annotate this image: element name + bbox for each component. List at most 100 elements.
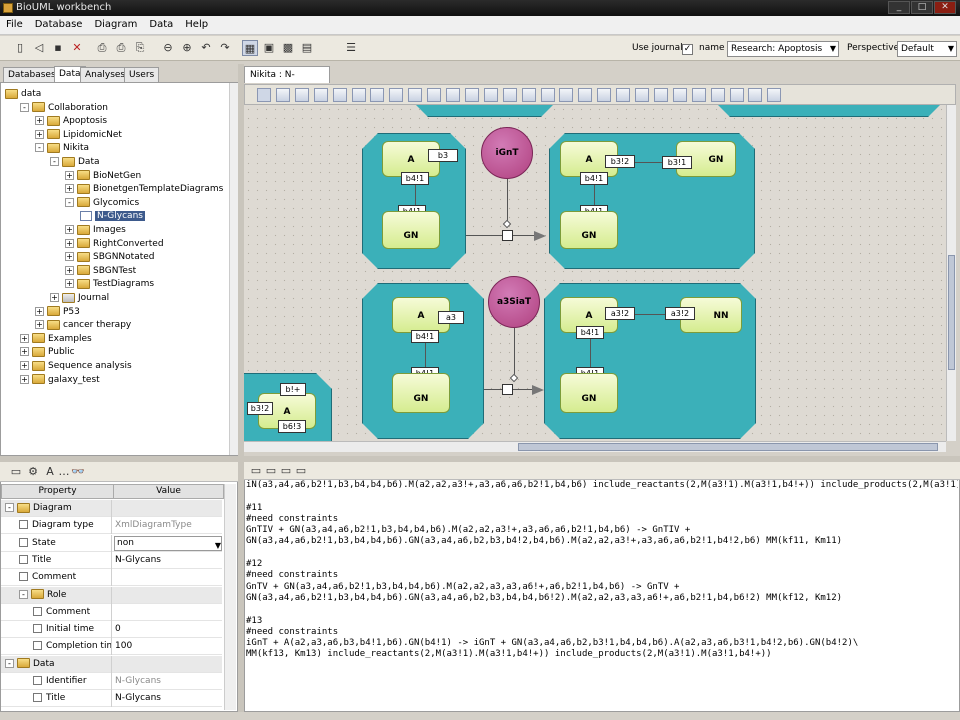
horizontal-splitter[interactable] [0, 456, 960, 462]
image-icon[interactable] [616, 88, 631, 102]
menu-data[interactable]: Data [143, 16, 179, 34]
maximize-button[interactable]: □ [911, 1, 933, 14]
reaction-icon[interactable] [521, 88, 536, 102]
menu-file[interactable]: File [0, 16, 29, 34]
export-icon[interactable]: ⎘ [132, 40, 148, 56]
tree-item[interactable]: + SBGNNotated [65, 250, 155, 264]
node-icon[interactable] [427, 88, 442, 102]
site-b4[interactable]: b4!1 [401, 172, 429, 185]
edge-icon[interactable] [767, 88, 782, 102]
site-a3-2[interactable]: a3!2 [665, 307, 695, 320]
site-b3-2[interactable]: b3!2 [247, 402, 273, 415]
layers-icon[interactable] [332, 88, 347, 102]
tree-item[interactable]: + Public [20, 345, 75, 359]
tree-item[interactable]: + Journal [50, 291, 109, 305]
site-a3-2[interactable]: a3!2 [605, 307, 635, 320]
site-b3-1[interactable]: b3!1 [662, 156, 692, 169]
property-row[interactable]: - Diagram [1, 500, 222, 517]
minimize-button[interactable]: _ [888, 1, 910, 14]
expand-icon[interactable]: + [65, 184, 74, 194]
settings-icon[interactable]: ⚙ [25, 464, 41, 480]
tree-item[interactable]: + RightConverted [65, 237, 164, 251]
molecule-GN[interactable]: GN [392, 373, 450, 413]
line-icon[interactable] [635, 88, 649, 102]
property-row[interactable]: Comment [1, 603, 222, 621]
property-row[interactable]: Title N-Glycans [1, 551, 222, 569]
expand-icon[interactable]: + [20, 347, 29, 357]
select-icon[interactable] [257, 88, 271, 102]
collapse-icon[interactable]: - [35, 143, 44, 153]
tree-item[interactable]: - Collaboration [20, 101, 108, 115]
property-row[interactable]: Comment [1, 569, 222, 587]
expand-icon[interactable]: + [65, 252, 74, 262]
expand-icon[interactable]: + [50, 293, 59, 302]
project-select[interactable]: Research: Apoptosis ▼ [727, 41, 839, 57]
property-value[interactable]: 0 [115, 621, 121, 638]
export-icon[interactable]: ▭ [293, 463, 309, 479]
property-scrollbar[interactable] [224, 484, 236, 710]
table-icon[interactable] [578, 88, 593, 102]
collapse-icon[interactable]: - [19, 589, 28, 599]
tree-item[interactable]: + TestDiagrams [65, 277, 154, 291]
property-value[interactable]: N-Glycans [115, 552, 161, 569]
reaction-a3siat[interactable]: a3SiaT [488, 276, 540, 328]
expand-icon[interactable]: + [20, 374, 29, 384]
expand-icon[interactable]: + [65, 265, 74, 275]
layout-icon[interactable]: ▣ [261, 40, 277, 56]
partial-complex-top-right[interactable] [714, 105, 944, 117]
property-value[interactable]: 100 [115, 638, 132, 655]
tree-item[interactable]: + BionetgenTemplateDiagrams [65, 182, 223, 196]
expand-icon[interactable]: + [35, 306, 44, 316]
copy-icon[interactable]: ▭ [263, 463, 279, 479]
property-row[interactable]: State non ▼ [1, 534, 222, 552]
property-value[interactable]: non [114, 535, 222, 551]
expand-icon[interactable]: + [65, 238, 74, 248]
site-b6-3[interactable]: b6!3 [278, 420, 306, 433]
property-value[interactable]: N-Glycans [115, 690, 161, 707]
redo-icon[interactable]: ↷ [217, 40, 233, 56]
vertical-splitter[interactable] [238, 64, 244, 456]
property-row[interactable]: Initial time 0 [1, 621, 222, 639]
cursor-icon[interactable] [275, 88, 290, 102]
tree-item[interactable]: - Data [50, 155, 100, 169]
tab-analyses[interactable]: Analyses [80, 67, 131, 83]
collapse-icon[interactable]: - [5, 503, 14, 512]
molecule-GN[interactable]: GN [560, 373, 618, 413]
tree-item[interactable]: - Nikita [35, 141, 89, 155]
expand-icon[interactable]: + [35, 320, 44, 330]
comment-icon[interactable]: ☰ [343, 40, 359, 56]
collapse-icon[interactable]: - [20, 102, 29, 112]
expand-icon[interactable]: + [20, 361, 29, 370]
grid-icon[interactable]: ▦ [242, 40, 258, 56]
property-row[interactable]: Completion tim 100 [1, 638, 222, 656]
node-icon[interactable] [446, 88, 460, 102]
bngl-code-text[interactable]: iN(a3,a4,a6,b2!1,b3,b4,b4,b6).M(a2,a2,a3… [246, 480, 958, 712]
tree-item[interactable]: + Images [65, 223, 126, 237]
collapse-icon[interactable]: - [50, 157, 59, 166]
scroll-thumb[interactable] [518, 443, 938, 451]
line-icon[interactable] [653, 88, 668, 102]
tree-item[interactable]: + Examples [20, 332, 92, 346]
open-icon[interactable]: ◁ [31, 40, 47, 56]
tree-item[interactable]: + Apoptosis [35, 114, 107, 128]
tree-item[interactable]: + P53 [35, 305, 80, 319]
use-journal-checkbox[interactable]: ✓ [682, 44, 693, 55]
expand-icon[interactable]: + [20, 333, 29, 343]
reaction-node-2[interactable] [502, 384, 513, 395]
property-value[interactable]: N-Glycans [115, 673, 161, 690]
text-icon[interactable] [559, 88, 574, 102]
tree-item[interactable]: + Sequence analysis [20, 359, 132, 373]
binoculars-icon[interactable]: 👓 [70, 464, 86, 480]
tab-users[interactable]: Users [124, 67, 160, 83]
site-b-plus[interactable]: b!+ [280, 383, 306, 396]
zoom-in-icon[interactable]: ⊕ [179, 40, 195, 56]
expand-icon[interactable]: + [65, 279, 74, 289]
molecule-GN[interactable]: GN [382, 211, 440, 249]
scroll-thumb[interactable] [948, 255, 955, 370]
menu-diagram[interactable]: Diagram [88, 16, 143, 34]
tree-item[interactable]: + cancer therapy [35, 318, 131, 332]
zoom-out-icon[interactable]: ⊖ [160, 40, 176, 56]
note-icon[interactable] [597, 88, 612, 102]
molecule-GN[interactable]: GN [560, 211, 618, 249]
new-icon[interactable]: ▯ [12, 40, 28, 56]
